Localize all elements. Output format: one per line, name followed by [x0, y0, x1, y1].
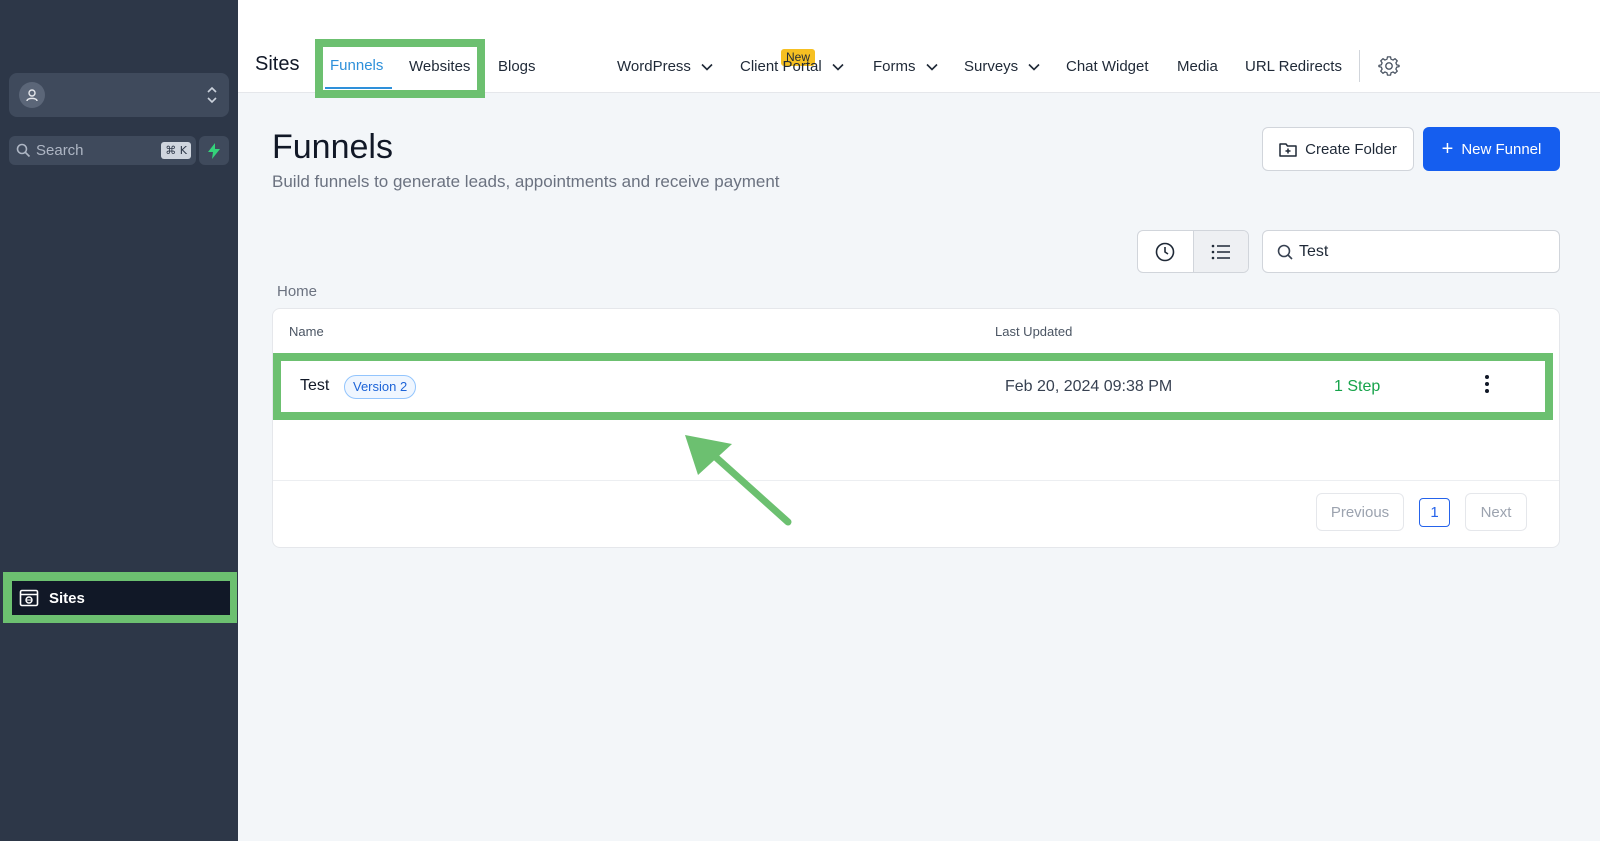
- list-view-button[interactable]: [1192, 231, 1248, 272]
- active-tab-indicator: [325, 87, 392, 89]
- last-updated: Feb 20, 2024 09:38 PM: [1005, 378, 1173, 395]
- step-count: 1 Step: [1334, 378, 1381, 395]
- quick-actions-button[interactable]: [199, 136, 229, 165]
- tab-client-portal[interactable]: Client Portal: [740, 58, 844, 75]
- version-badge: Version 2: [344, 375, 417, 399]
- chevron-down-icon: [701, 63, 713, 71]
- sites-icon: [19, 588, 39, 608]
- tab-websites[interactable]: Websites: [409, 58, 470, 75]
- recent-view-button[interactable]: [1138, 231, 1193, 272]
- page-subtitle: Build funnels to generate leads, appoint…: [272, 172, 780, 191]
- tab-forms[interactable]: Forms: [873, 58, 938, 75]
- top-navigation: Sites Funnels Websites Blogs New WordPre…: [238, 0, 1600, 98]
- tab-media[interactable]: Media: [1177, 58, 1218, 75]
- funnel-name[interactable]: Test: [300, 377, 329, 395]
- tab-url-redirects[interactable]: URL Redirects: [1245, 58, 1342, 75]
- new-funnel-button[interactable]: + New Funnel: [1423, 127, 1560, 171]
- sidebar-item-sites[interactable]: Sites: [12, 581, 230, 615]
- tab-label: Surveys: [964, 58, 1019, 75]
- sidebar-search-placeholder: Search: [36, 142, 84, 159]
- chevron-up-down-icon: [207, 86, 217, 104]
- tab-label: Client Portal: [740, 58, 822, 75]
- page-title: Funnels: [272, 128, 393, 166]
- new-funnel-label: New Funnel: [1461, 140, 1542, 158]
- funnel-search[interactable]: [1262, 230, 1560, 273]
- account-switcher[interactable]: [9, 73, 229, 117]
- page-number-1[interactable]: 1: [1419, 498, 1450, 527]
- gear-icon[interactable]: [1378, 55, 1400, 77]
- tab-surveys[interactable]: Surveys: [964, 58, 1040, 75]
- lightning-icon: [208, 142, 220, 159]
- annotation-arrow-icon: [685, 435, 792, 526]
- tab-funnels[interactable]: Funnels: [330, 57, 383, 74]
- chevron-down-icon: [832, 63, 844, 71]
- tab-chat-widget[interactable]: Chat Widget: [1066, 58, 1149, 75]
- account-avatar-icon: [19, 82, 45, 108]
- plus-icon: +: [1441, 138, 1454, 160]
- section-title: Sites: [255, 53, 300, 75]
- tab-wordpress[interactable]: WordPress: [617, 58, 713, 75]
- funnel-search-input[interactable]: [1299, 239, 1539, 265]
- more-vertical-icon[interactable]: [1484, 374, 1490, 394]
- list-icon: [1211, 244, 1230, 259]
- search-icon: [16, 143, 31, 158]
- sidebar-item-label: Sites: [49, 589, 85, 607]
- breadcrumb[interactable]: Home: [277, 283, 317, 300]
- column-header-name: Name: [289, 324, 324, 339]
- clock-icon: [1156, 242, 1175, 261]
- next-page-button[interactable]: Next: [1465, 493, 1527, 531]
- sidebar-search[interactable]: Search ⌘ K: [9, 136, 196, 165]
- chevron-down-icon: [926, 63, 938, 71]
- search-icon: [1277, 244, 1293, 260]
- tab-blogs[interactable]: Blogs: [498, 58, 536, 75]
- divider: [273, 480, 1559, 481]
- sidebar: Search ⌘ K Sites: [0, 0, 238, 841]
- create-folder-label: Create Folder: [1305, 140, 1397, 158]
- view-toggle: [1137, 230, 1249, 273]
- search-shortcut: ⌘ K: [161, 142, 191, 159]
- chevron-down-icon: [1028, 63, 1040, 71]
- tab-label: Forms: [873, 58, 916, 75]
- previous-page-button[interactable]: Previous: [1316, 493, 1404, 531]
- create-folder-button[interactable]: Create Folder: [1262, 127, 1414, 171]
- tab-label: WordPress: [617, 58, 691, 75]
- column-header-last-updated: Last Updated: [995, 324, 1073, 339]
- divider: [1359, 50, 1360, 82]
- folder-plus-icon: [1279, 143, 1297, 157]
